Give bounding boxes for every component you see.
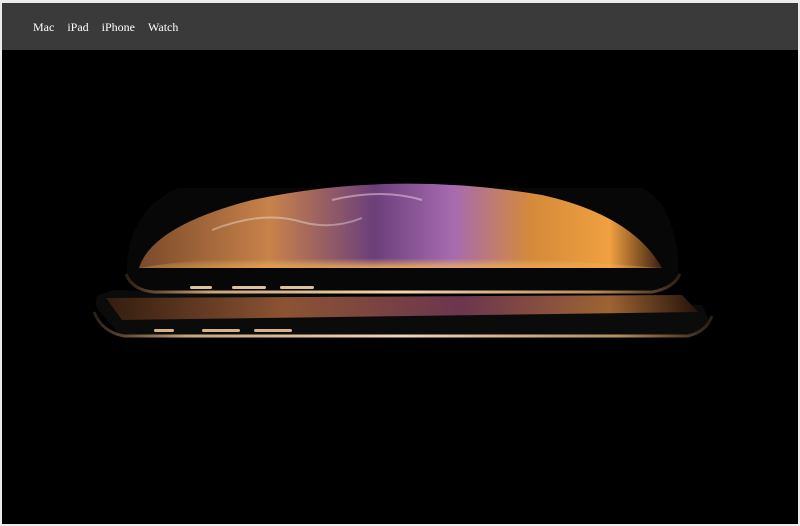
upper-phone xyxy=(124,183,682,294)
top-navbar: Mac iPad iPhone Watch xyxy=(2,3,798,50)
nav-link-watch[interactable]: Watch xyxy=(148,21,178,33)
hero-section xyxy=(2,50,798,524)
nav-link-ipad[interactable]: iPad xyxy=(67,21,88,33)
page-window: Mac iPad iPhone Watch xyxy=(2,3,798,524)
nav-link-mac[interactable]: Mac xyxy=(33,21,54,33)
nav-link-iphone[interactable]: iPhone xyxy=(102,21,135,33)
hero-iphone-image xyxy=(92,183,714,338)
browser-frame: Mac iPad iPhone Watch xyxy=(0,0,800,526)
lower-phone xyxy=(92,290,714,338)
